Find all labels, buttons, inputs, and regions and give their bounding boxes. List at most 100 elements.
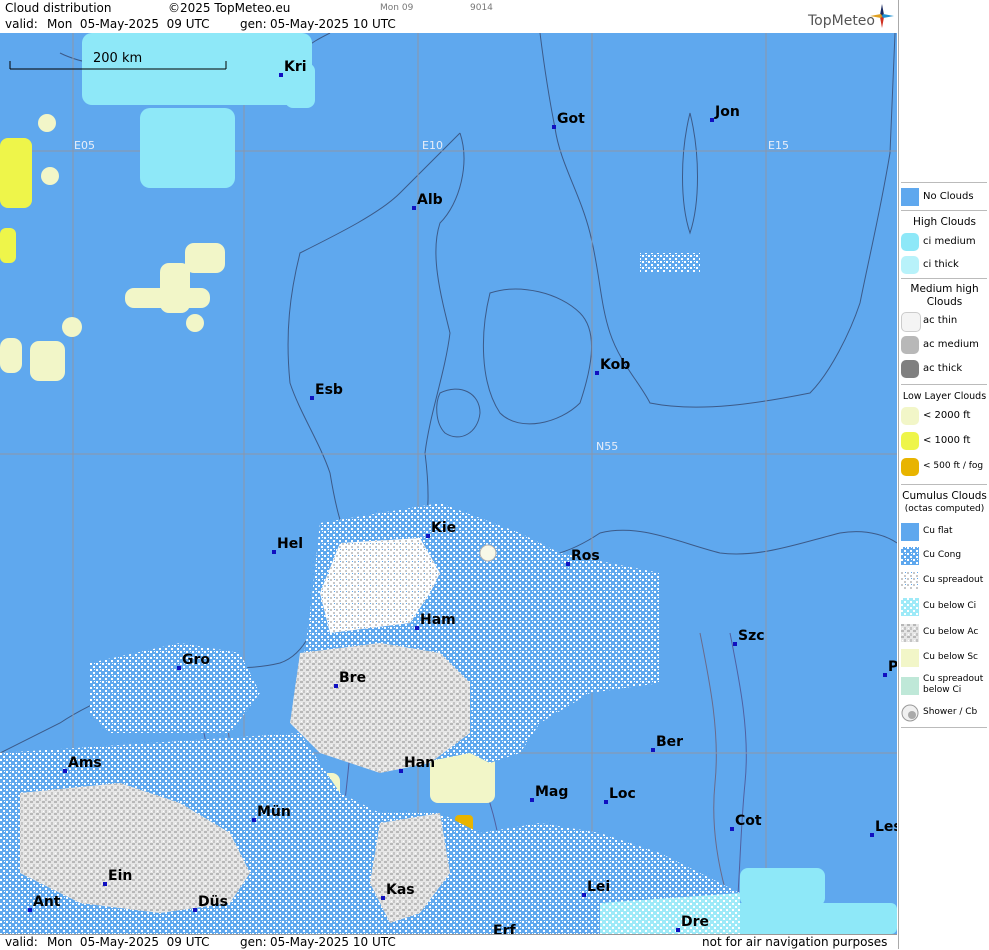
ci-thick-swatch [901,256,919,274]
cu-spreadout-swatch [901,572,919,590]
grid-label-n55: N55 [596,440,619,453]
cu-below-sc-swatch [901,649,919,667]
cloud-map[interactable]: 200 km E05 E10 E15 N55 Kri Got Jon Alb K… [0,33,897,934]
low-1000-label: < 1000 ft [923,435,971,446]
ac-thin-swatch [901,312,921,332]
cu-flat-swatch [901,523,919,541]
ci-medium-label: ci medium [923,236,976,247]
cu-below-sc-label: Cu below Sc [923,652,978,662]
city-marker [870,833,874,837]
legend-cu-spread-below-ci: Cu spreadout below Ci [899,673,989,701]
no-clouds-swatch [901,188,919,206]
city-marker [604,800,608,804]
city-label-bre[interactable]: Bre [339,670,366,686]
city-label-hel[interactable]: Hel [277,536,303,552]
city-label-dre[interactable]: Dre [681,914,709,930]
city-label-szc[interactable]: Szc [738,628,765,644]
city-marker [883,673,887,677]
legend-divider [901,210,987,211]
shower-cb-swatch [901,704,919,722]
map-frame: Cloud distribution ©2025 TopMeteo.eu Mon… [0,0,989,950]
legend-ci-medium: ci medium [899,233,989,253]
cumulus-heading: Cumulus Clouds [902,490,987,502]
city-label-ros[interactable]: Ros [571,548,600,564]
city-label-gro[interactable]: Gro [182,652,210,668]
grid-label-e15: E15 [768,139,789,152]
city-marker [415,626,419,630]
city-label-lei[interactable]: Lei [587,879,610,895]
city-marker [310,396,314,400]
low-1000-swatch [901,432,919,450]
ac-medium-swatch [901,336,919,354]
medium-clouds-heading-line2: Clouds [926,296,963,308]
cu-cong-swatch [901,547,919,565]
city-label-kie[interactable]: Kie [431,520,456,536]
ac-medium-label: ac medium [923,339,979,350]
ci-thick-label: ci thick [923,259,959,270]
city-marker [552,125,556,129]
city-marker [177,666,181,670]
city-label-les[interactable]: Les [875,819,897,835]
legend-cu-spreadout: Cu spreadout [899,572,989,592]
footer-valid-time: Mon 05-May-2025 09 UTC [47,935,210,949]
legend-cu-below-ci: Cu below Ci [899,598,989,618]
city-label-kri[interactable]: Kri [284,59,307,75]
cu-cong-label: Cu Cong [923,550,962,560]
city-marker [28,908,32,912]
city-marker [676,928,680,932]
valid-label: valid: [5,17,38,31]
city-label-ham[interactable]: Ham [420,612,456,628]
city-marker [272,550,276,554]
city-label-jon[interactable]: Jon [715,104,740,120]
ci-medium-swatch [901,233,919,251]
map-title: Cloud distribution [5,1,112,15]
city-label-han[interactable]: Han [404,755,435,771]
header-day: Mon 09 [380,3,414,13]
copyright: ©2025 TopMeteo.eu [168,1,291,15]
city-label-ein[interactable]: Ein [108,868,132,884]
map-footer: valid: Mon 05-May-2025 09 UTC gen: 05-Ma… [0,934,897,950]
city-marker [103,882,107,886]
city-label-cot[interactable]: Cot [735,813,762,829]
no-clouds-label: No Clouds [923,191,974,202]
legend-ac-thick: ac thick [899,360,989,380]
map-header: Cloud distribution ©2025 TopMeteo.eu Mon… [0,0,897,34]
city-marker [399,769,403,773]
low-clouds-heading: Low Layer Clouds [902,391,987,402]
fog-swatch [901,458,919,476]
cu-spread-below-ci-label: Cu spreadout [923,674,984,684]
city-label-esb[interactable]: Esb [315,382,343,398]
cumulus-subheading: (octas computed) [904,504,985,514]
legend-divider [901,278,987,279]
city-marker [595,371,599,375]
city-label-ant[interactable]: Ant [33,894,61,910]
city-marker [651,748,655,752]
city-label-kas[interactable]: Kas [386,882,415,898]
footer-valid-label: valid: [5,935,38,949]
scale-label: 200 km [93,51,143,66]
city-label-kob[interactable]: Kob [600,357,630,373]
legend-divider [901,182,987,183]
navigation-disclaimer: not for air navigation purposes [702,935,888,949]
cu-spread-below-ci-label-line2: below Ci [923,685,962,695]
legend-divider [901,727,987,728]
city-marker [566,562,570,566]
legend-cu-flat: Cu flat [899,523,989,543]
city-marker [193,908,197,912]
city-label-mun[interactable]: Mün [257,804,291,820]
city-label-ams[interactable]: Ams [68,755,102,771]
cu-spreadout-label: Cu spreadout [923,575,984,585]
legend-shower: Shower / Cb [899,704,989,724]
city-label-alb[interactable]: Alb [417,192,443,208]
city-label-ber[interactable]: Ber [656,734,683,750]
city-marker [334,684,338,688]
city-marker [63,769,67,773]
city-label-got[interactable]: Got [557,111,585,127]
legend-cu-below-sc: Cu below Sc [899,649,989,669]
legend-ac-medium: ac medium [899,336,989,356]
city-label-p[interactable]: P [888,659,897,675]
city-label-dus[interactable]: Düs [198,894,228,910]
city-label-mag[interactable]: Mag [535,784,568,800]
city-label-loc[interactable]: Loc [609,786,636,802]
city-label-erf[interactable]: Erf [493,923,516,934]
